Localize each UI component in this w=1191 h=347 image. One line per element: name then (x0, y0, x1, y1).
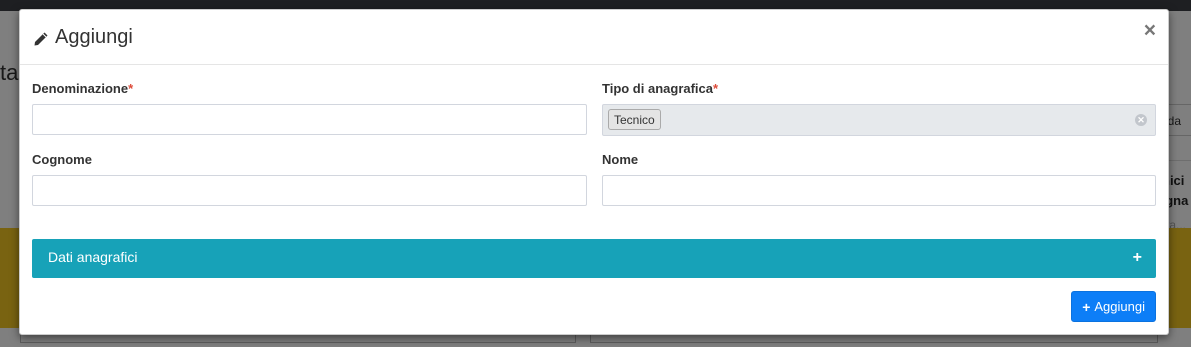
plus-icon: + (1082, 298, 1091, 315)
cognome-label: Cognome (32, 152, 92, 167)
dati-anagrafici-accordion[interactable]: Dati anagrafici + (32, 239, 1156, 278)
modal-title-text: Aggiungi (55, 26, 133, 48)
nome-label-text: Nome (602, 152, 639, 167)
pencil-icon (33, 30, 49, 46)
tipo-anagrafica-select[interactable]: Tecnico ✕ (602, 104, 1156, 136)
nome-label: Nome (602, 152, 638, 167)
close-button[interactable]: × (1144, 20, 1156, 41)
accordion-title: Dati anagrafici (48, 249, 138, 265)
tipo-anagrafica-label-text: Tipo di anagrafica (602, 81, 714, 96)
selected-tag-tecnico[interactable]: Tecnico (608, 109, 661, 130)
required-mark: * (128, 81, 134, 96)
aggiungi-button-label: Aggiungi (1094, 299, 1145, 314)
required-mark: * (713, 81, 719, 96)
cognome-label-text: Cognome (32, 152, 92, 167)
denominazione-label-text: Denominazione (32, 81, 129, 96)
denominazione-label: Denominazione* (32, 81, 133, 96)
denominazione-input[interactable] (32, 104, 587, 135)
add-modal: Aggiungi × Denominazione* Tipo di anagra… (19, 9, 1169, 335)
modal-header: Aggiungi × (20, 10, 1168, 65)
cognome-input[interactable] (32, 175, 587, 206)
plus-icon[interactable]: + (1133, 249, 1142, 267)
clear-selection-icon[interactable]: ✕ (1135, 114, 1147, 126)
tipo-anagrafica-label: Tipo di anagrafica* (602, 81, 718, 96)
aggiungi-button[interactable]: + Aggiungi (1071, 291, 1156, 322)
modal-title: Aggiungi (33, 26, 133, 49)
nome-input[interactable] (602, 175, 1156, 206)
